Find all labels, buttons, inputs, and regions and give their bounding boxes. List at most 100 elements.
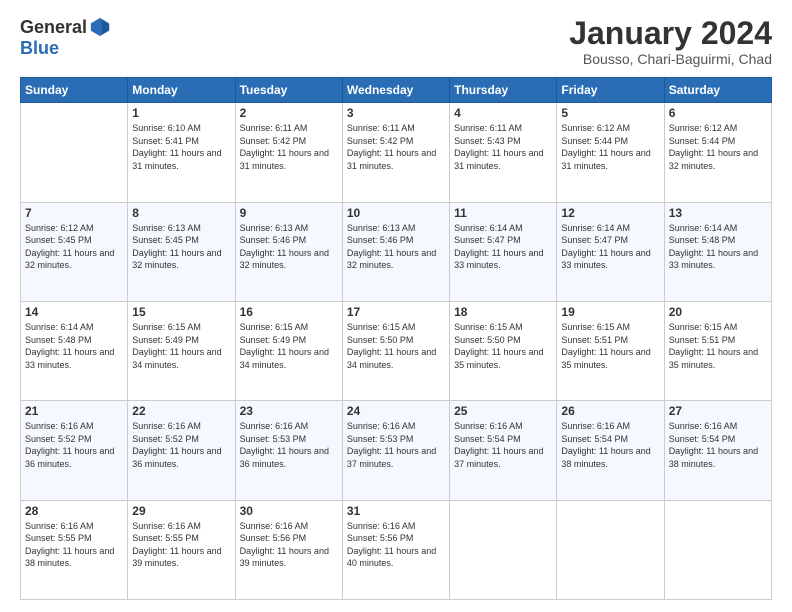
weekday-header-saturday: Saturday — [664, 78, 771, 103]
cell-info: Sunrise: 6:13 AMSunset: 5:46 PMDaylight:… — [240, 223, 329, 271]
logo-blue-text: Blue — [20, 38, 59, 59]
calendar-cell: 31 Sunrise: 6:16 AMSunset: 5:56 PMDayligh… — [342, 500, 449, 599]
day-number: 12 — [561, 206, 659, 220]
calendar-cell: 21 Sunrise: 6:16 AMSunset: 5:52 PMDayligh… — [21, 401, 128, 500]
day-number: 24 — [347, 404, 445, 418]
calendar-week-3: 14Sunrise: 6:14 AMSunset: 5:48 PMDayligh… — [21, 301, 772, 400]
calendar-cell: 9 Sunrise: 6:13 AMSunset: 5:46 PMDaylight… — [235, 202, 342, 301]
logo-general-text: General — [20, 17, 87, 38]
calendar-cell — [21, 103, 128, 202]
calendar-week-4: 21 Sunrise: 6:16 AMSunset: 5:52 PMDayligh… — [21, 401, 772, 500]
calendar-cell: 28Sunrise: 6:16 AMSunset: 5:55 PMDayligh… — [21, 500, 128, 599]
cell-info: Sunrise: 6:16 AMSunset: 5:56 PMDaylight:… — [347, 521, 436, 569]
day-number: 10 — [347, 206, 445, 220]
calendar-cell: 26 Sunrise: 6:16 AMSunset: 5:54 PMDayligh… — [557, 401, 664, 500]
calendar-cell: 23Sunrise: 6:16 AMSunset: 5:53 PMDayligh… — [235, 401, 342, 500]
cell-info: Sunrise: 6:16 AMSunset: 5:52 PMDaylight:… — [25, 421, 114, 469]
cell-info: Sunrise: 6:14 AMSunset: 5:47 PMDaylight:… — [561, 223, 650, 271]
day-number: 4 — [454, 106, 552, 120]
weekday-header-sunday: Sunday — [21, 78, 128, 103]
calendar-cell: 19 Sunrise: 6:15 AMSunset: 5:51 PMDayligh… — [557, 301, 664, 400]
day-number: 26 — [561, 404, 659, 418]
cell-info: Sunrise: 6:12 AMSunset: 5:44 PMDaylight:… — [669, 123, 758, 171]
cell-info: Sunrise: 6:11 AMSunset: 5:42 PMDaylight:… — [240, 123, 329, 171]
calendar-cell: 27 Sunrise: 6:16 AMSunset: 5:54 PMDayligh… — [664, 401, 771, 500]
calendar-cell: 13 Sunrise: 6:14 AMSunset: 5:48 PMDayligh… — [664, 202, 771, 301]
cell-info: Sunrise: 6:11 AMSunset: 5:42 PMDaylight:… — [347, 123, 436, 171]
day-number: 2 — [240, 106, 338, 120]
day-number: 11 — [454, 206, 552, 220]
cell-info: Sunrise: 6:15 AMSunset: 5:51 PMDaylight:… — [561, 322, 650, 370]
calendar-cell: 8Sunrise: 6:13 AMSunset: 5:45 PMDaylight… — [128, 202, 235, 301]
day-number: 3 — [347, 106, 445, 120]
weekday-header-friday: Friday — [557, 78, 664, 103]
day-number: 22 — [132, 404, 230, 418]
day-number: 7 — [25, 206, 123, 220]
day-number: 9 — [240, 206, 338, 220]
calendar-cell: 11 Sunrise: 6:14 AMSunset: 5:47 PMDayligh… — [450, 202, 557, 301]
cell-info: Sunrise: 6:15 AMSunset: 5:49 PMDaylight:… — [132, 322, 221, 370]
calendar-cell: 7Sunrise: 6:12 AMSunset: 5:45 PMDaylight… — [21, 202, 128, 301]
cell-info: Sunrise: 6:16 AMSunset: 5:54 PMDaylight:… — [669, 421, 758, 469]
logo-icon — [89, 16, 111, 38]
title-block: January 2024 Bousso, Chari-Baguirmi, Cha… — [569, 16, 772, 67]
cell-info: Sunrise: 6:10 AMSunset: 5:41 PMDaylight:… — [132, 123, 221, 171]
day-number: 1 — [132, 106, 230, 120]
calendar-cell: 2 Sunrise: 6:11 AMSunset: 5:42 PMDaylight… — [235, 103, 342, 202]
page: General Blue January 2024 Bousso, Chari-… — [0, 0, 792, 612]
day-number: 25 — [454, 404, 552, 418]
calendar-cell: 16Sunrise: 6:15 AMSunset: 5:49 PMDayligh… — [235, 301, 342, 400]
day-number: 19 — [561, 305, 659, 319]
calendar-cell: 25 Sunrise: 6:16 AMSunset: 5:54 PMDayligh… — [450, 401, 557, 500]
day-number: 28 — [25, 504, 123, 518]
calendar-cell — [664, 500, 771, 599]
header: General Blue January 2024 Bousso, Chari-… — [20, 16, 772, 67]
day-number: 6 — [669, 106, 767, 120]
day-number: 17 — [347, 305, 445, 319]
cell-info: Sunrise: 6:12 AMSunset: 5:44 PMDaylight:… — [561, 123, 650, 171]
cell-info: Sunrise: 6:16 AMSunset: 5:52 PMDaylight:… — [132, 421, 221, 469]
calendar-cell: 4 Sunrise: 6:11 AMSunset: 5:43 PMDaylight… — [450, 103, 557, 202]
calendar-cell: 20 Sunrise: 6:15 AMSunset: 5:51 PMDayligh… — [664, 301, 771, 400]
calendar-cell: 18Sunrise: 6:15 AMSunset: 5:50 PMDayligh… — [450, 301, 557, 400]
day-number: 31 — [347, 504, 445, 518]
calendar-cell: 22 Sunrise: 6:16 AMSunset: 5:52 PMDayligh… — [128, 401, 235, 500]
day-number: 30 — [240, 504, 338, 518]
cell-info: Sunrise: 6:16 AMSunset: 5:53 PMDaylight:… — [347, 421, 436, 469]
cell-info: Sunrise: 6:14 AMSunset: 5:48 PMDaylight:… — [669, 223, 758, 271]
cell-info: Sunrise: 6:15 AMSunset: 5:51 PMDaylight:… — [669, 322, 758, 370]
calendar-cell: 10Sunrise: 6:13 AMSunset: 5:46 PMDayligh… — [342, 202, 449, 301]
cell-info: Sunrise: 6:16 AMSunset: 5:54 PMDaylight:… — [561, 421, 650, 469]
day-number: 13 — [669, 206, 767, 220]
day-number: 5 — [561, 106, 659, 120]
weekday-header-wednesday: Wednesday — [342, 78, 449, 103]
day-number: 8 — [132, 206, 230, 220]
cell-info: Sunrise: 6:15 AMSunset: 5:50 PMDaylight:… — [347, 322, 436, 370]
weekday-header-tuesday: Tuesday — [235, 78, 342, 103]
calendar-week-1: 1 Sunrise: 6:10 AMSunset: 5:41 PMDaylight… — [21, 103, 772, 202]
calendar-week-2: 7Sunrise: 6:12 AMSunset: 5:45 PMDaylight… — [21, 202, 772, 301]
calendar-cell: 1 Sunrise: 6:10 AMSunset: 5:41 PMDaylight… — [128, 103, 235, 202]
logo: General Blue — [20, 16, 111, 59]
day-number: 15 — [132, 305, 230, 319]
cell-info: Sunrise: 6:15 AMSunset: 5:49 PMDaylight:… — [240, 322, 329, 370]
calendar-cell: 14Sunrise: 6:14 AMSunset: 5:48 PMDayligh… — [21, 301, 128, 400]
cell-info: Sunrise: 6:16 AMSunset: 5:54 PMDaylight:… — [454, 421, 543, 469]
cell-info: Sunrise: 6:11 AMSunset: 5:43 PMDaylight:… — [454, 123, 543, 171]
calendar-cell: 5 Sunrise: 6:12 AMSunset: 5:44 PMDaylight… — [557, 103, 664, 202]
cell-info: Sunrise: 6:16 AMSunset: 5:56 PMDaylight:… — [240, 521, 329, 569]
calendar-cell: 17 Sunrise: 6:15 AMSunset: 5:50 PMDayligh… — [342, 301, 449, 400]
calendar-cell — [450, 500, 557, 599]
calendar-cell: 6 Sunrise: 6:12 AMSunset: 5:44 PMDaylight… — [664, 103, 771, 202]
calendar-table: SundayMondayTuesdayWednesdayThursdayFrid… — [20, 77, 772, 600]
calendar-week-5: 28Sunrise: 6:16 AMSunset: 5:55 PMDayligh… — [21, 500, 772, 599]
location-subtitle: Bousso, Chari-Baguirmi, Chad — [569, 51, 772, 67]
calendar-cell: 24 Sunrise: 6:16 AMSunset: 5:53 PMDayligh… — [342, 401, 449, 500]
cell-info: Sunrise: 6:15 AMSunset: 5:50 PMDaylight:… — [454, 322, 543, 370]
day-number: 27 — [669, 404, 767, 418]
calendar-cell — [557, 500, 664, 599]
day-number: 20 — [669, 305, 767, 319]
cell-info: Sunrise: 6:14 AMSunset: 5:47 PMDaylight:… — [454, 223, 543, 271]
day-number: 21 — [25, 404, 123, 418]
weekday-header-thursday: Thursday — [450, 78, 557, 103]
